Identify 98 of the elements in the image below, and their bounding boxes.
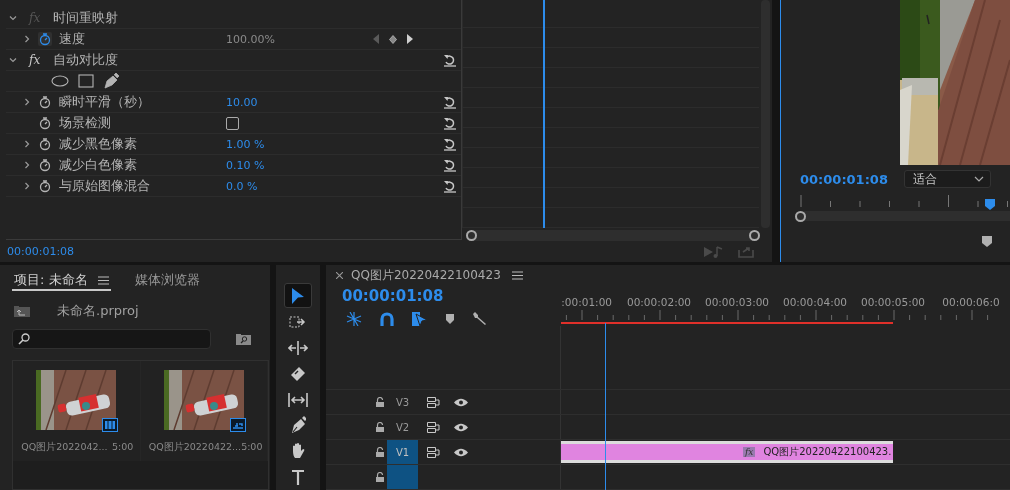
caret-icon	[974, 176, 984, 182]
stopwatch-icon[interactable]	[38, 137, 52, 151]
stopwatch-icon[interactable]	[38, 158, 52, 172]
parameter-value[interactable]: 0.0 %	[226, 179, 258, 193]
hand-icon	[290, 442, 307, 461]
reset-icon[interactable]	[443, 179, 457, 193]
chevron-icon[interactable]	[22, 160, 32, 170]
close-icon[interactable]	[336, 271, 343, 279]
add-keyframe-icon[interactable]	[389, 34, 397, 44]
parameter-name: 减少黑色像素	[59, 135, 138, 153]
parameter-name: 与原始图像混合	[59, 177, 151, 195]
clip-name: QQ图片20220422100423.	[763, 445, 892, 459]
lock-icon[interactable]	[376, 447, 384, 457]
dashed-box-arrow-icon	[289, 314, 308, 329]
zoom-scrollbar[interactable]	[795, 211, 1010, 221]
fx-badge: fx	[743, 447, 756, 457]
reset-icon[interactable]	[443, 95, 457, 109]
reset-icon[interactable]	[443, 53, 457, 67]
reset-icon[interactable]	[443, 137, 457, 151]
menu-icon[interactable]	[97, 276, 109, 285]
parameter-name: 场景检测	[59, 114, 112, 132]
type-icon	[291, 469, 306, 486]
time-label: 00:00:02:00	[625, 296, 693, 308]
sequence-tab[interactable]: QQ图片20220422100423	[351, 266, 501, 284]
nest-icon[interactable]	[346, 311, 362, 326]
new-search-bin-icon[interactable]	[236, 333, 251, 345]
track-target[interactable]: V3	[387, 390, 418, 414]
time-label: 00:00:03:00	[703, 296, 771, 308]
linked-selection-icon[interactable]	[412, 311, 428, 326]
ellipse-mask-icon[interactable]	[51, 75, 69, 87]
timecode[interactable]: 00:00:01:08	[7, 244, 75, 258]
marker-icon[interactable]	[982, 236, 992, 247]
chevron-icon[interactable]	[8, 13, 18, 23]
fx-toggle[interactable]: fx	[29, 53, 51, 67]
parameter-name: 瞬时平滑（秒）	[59, 93, 151, 111]
next-keyframe-icon[interactable]	[407, 34, 413, 44]
folder-up-icon[interactable]	[14, 305, 30, 317]
stopwatch-icon[interactable]	[38, 95, 52, 109]
wrench-icon[interactable]	[472, 311, 487, 326]
chevron-icon[interactable]	[22, 139, 32, 149]
timecode[interactable]: 00:00:01:08	[800, 171, 904, 187]
search-field[interactable]	[12, 329, 211, 349]
checkbox[interactable]	[226, 116, 239, 130]
parameter-value[interactable]: 10.00	[226, 95, 258, 109]
video-clip[interactable]: fx QQ图片20220422100423.	[561, 441, 893, 463]
stopwatch-icon[interactable]	[38, 32, 52, 46]
track-target[interactable]	[387, 465, 418, 489]
chevron-icon[interactable]	[22, 181, 32, 191]
chevron-icon[interactable]	[22, 97, 32, 107]
panel-tab[interactable]: 媒体浏览器	[132, 269, 202, 291]
horizontal-scrollbar[interactable]	[466, 230, 760, 241]
parameter-name: 速度	[59, 30, 86, 48]
sync-lock-icon[interactable]	[427, 421, 440, 433]
rectangle-mask-icon[interactable]	[78, 74, 94, 88]
stopwatch-icon[interactable]	[38, 179, 52, 193]
parameter-value[interactable]: 1.00 %	[226, 137, 265, 151]
stopwatch-icon[interactable]	[38, 116, 52, 130]
time-label: 00:00:05:00	[859, 296, 927, 308]
lock-icon[interactable]	[376, 422, 384, 432]
bracket-arrows-icon	[288, 392, 309, 407]
track-target[interactable]: V1	[387, 440, 418, 464]
track-target[interactable]: V2	[387, 415, 418, 439]
marker-icon[interactable]	[446, 313, 454, 324]
reset-icon[interactable]	[443, 116, 457, 130]
pen-icon	[290, 416, 307, 435]
menu-icon[interactable]	[511, 270, 523, 280]
effect-name: 时间重映射	[53, 9, 119, 27]
razor-icon	[290, 365, 307, 382]
time-label: 00:00:04:00	[781, 296, 849, 308]
eye-icon[interactable]	[454, 447, 468, 457]
sync-lock-icon[interactable]	[427, 446, 440, 458]
timecode[interactable]: 00:00:01:08	[342, 287, 561, 305]
reset-icon[interactable]	[443, 158, 457, 172]
chevron-icon[interactable]	[22, 34, 32, 44]
project-file-name: 未命名.prproj	[57, 302, 139, 320]
magnet-icon[interactable]	[380, 311, 394, 326]
clip-duration: 5:00	[111, 441, 134, 454]
parameter-value[interactable]: 0.10 %	[226, 158, 265, 172]
parameter-value[interactable]: 100.00%	[226, 32, 275, 46]
sync-lock-icon[interactable]	[427, 396, 440, 408]
lock-icon[interactable]	[376, 472, 384, 482]
lock-icon[interactable]	[376, 397, 384, 407]
pen-icon[interactable]	[103, 73, 119, 89]
clip-name: QQ图片2022042...	[21, 441, 108, 454]
panel-tab[interactable]: 项目: 未命名	[12, 269, 111, 291]
parameter-name: 减少白色像素	[59, 156, 138, 174]
search-icon	[18, 333, 30, 345]
time-label: :00:01:00	[561, 296, 613, 308]
time-label: 00:00:06:0	[941, 296, 1001, 308]
chevron-icon[interactable]	[8, 55, 18, 65]
eye-icon[interactable]	[454, 397, 468, 407]
clip-name: QQ图片20220422...	[148, 441, 242, 454]
eye-icon[interactable]	[454, 422, 468, 432]
effect-name: 自动对比度	[53, 51, 119, 69]
tool-button[interactable]	[284, 283, 313, 309]
zoom-dropdown[interactable]: 适合	[904, 170, 991, 188]
split-arrows-icon	[288, 340, 309, 355]
clip-duration: 5:00	[241, 441, 263, 454]
